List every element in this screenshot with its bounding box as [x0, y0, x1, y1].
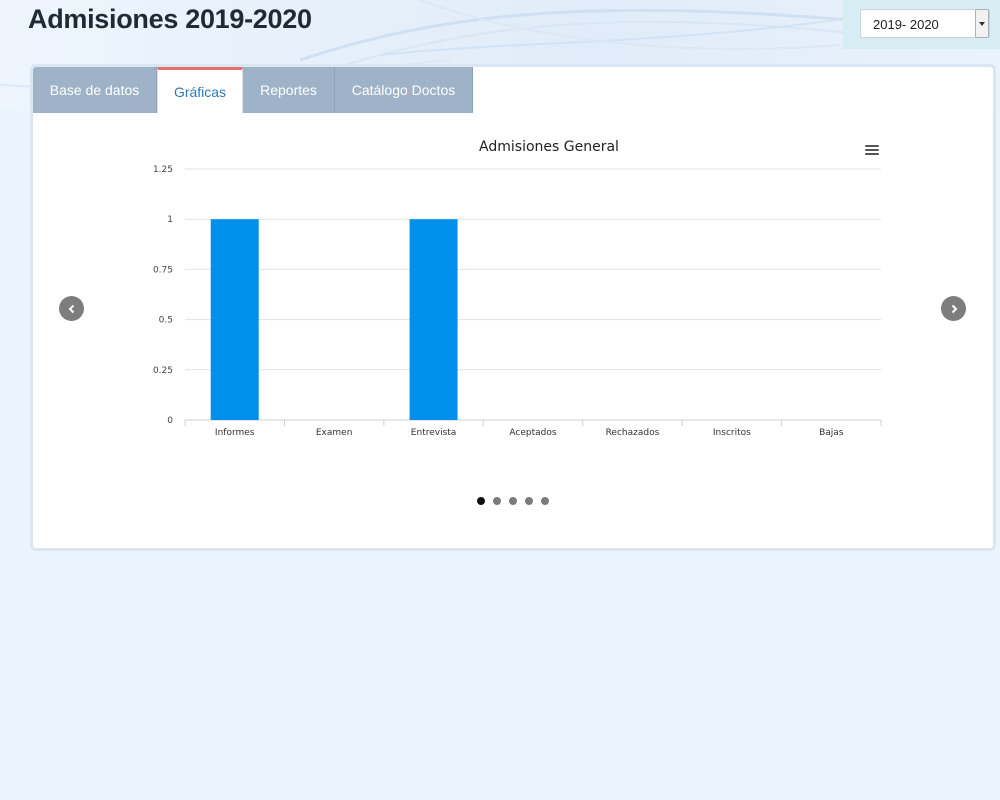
carousel-dot[interactable] — [525, 497, 533, 505]
carousel-next-button[interactable] — [941, 296, 966, 321]
x-tick-label: Bajas — [819, 428, 844, 438]
main-card: Admisiones General 0 0.25 0.5 0.75 1 1.25 Infor… — [30, 64, 996, 551]
chevron-left-icon — [68, 304, 74, 313]
tab-catálogo-doctos[interactable]: Catálogo Doctos — [335, 67, 473, 113]
carousel-indicators — [477, 497, 549, 505]
chart-carousel: Admisiones General 0 0.25 0.5 0.75 1 1.25 Infor… — [33, 67, 993, 548]
carousel-dot[interactable] — [509, 497, 517, 505]
y-tick-label: 1.25 — [153, 165, 173, 175]
year-select[interactable]: 2019- 2020 — [860, 9, 990, 38]
admisiones-bar-chart: Admisiones General 0 0.25 0.5 0.75 1 1.25 Infor… — [153, 139, 882, 438]
x-tick-label: Examen — [316, 428, 353, 438]
year-select-value: 2019- 2020 — [873, 17, 939, 32]
carousel-dot[interactable] — [493, 497, 501, 505]
tab-reportes[interactable]: Reportes — [243, 67, 335, 113]
caret-down-icon[interactable] — [975, 9, 989, 38]
x-tick-label: Aceptados — [509, 428, 556, 438]
x-tick-label: Entrevista — [411, 428, 457, 438]
y-tick-label: 0.5 — [159, 316, 173, 326]
y-tick-label: 0 — [167, 416, 173, 426]
hamburger-menu-icon[interactable] — [865, 145, 879, 157]
carousel-dot[interactable] — [541, 497, 549, 505]
y-tick-label: 0.25 — [153, 366, 173, 376]
page-title: Admisiones 2019-2020 — [28, 4, 312, 34]
tab-base-de-datos[interactable]: Base de datos — [33, 67, 157, 113]
year-selector-panel: 2019- 2020 — [843, 0, 1000, 49]
x-tick-label: Informes — [215, 428, 255, 438]
carousel-dot[interactable] — [477, 497, 485, 505]
chevron-right-icon — [951, 304, 957, 313]
bar-informes — [210, 219, 259, 420]
chart-title: Admisiones General — [479, 139, 619, 155]
tab-gráficas[interactable]: Gráficas — [157, 67, 243, 113]
bar-entrevista — [409, 219, 458, 420]
y-tick-label: 1 — [167, 215, 173, 225]
tab-bar: Base de datos Gráficas Reportes Catálogo Do… — [33, 67, 473, 113]
carousel-prev-button[interactable] — [59, 296, 84, 321]
x-tick-label: Inscritos — [713, 428, 751, 438]
x-tick-label: Rechazados — [606, 428, 660, 438]
y-tick-label: 0.75 — [153, 265, 173, 275]
